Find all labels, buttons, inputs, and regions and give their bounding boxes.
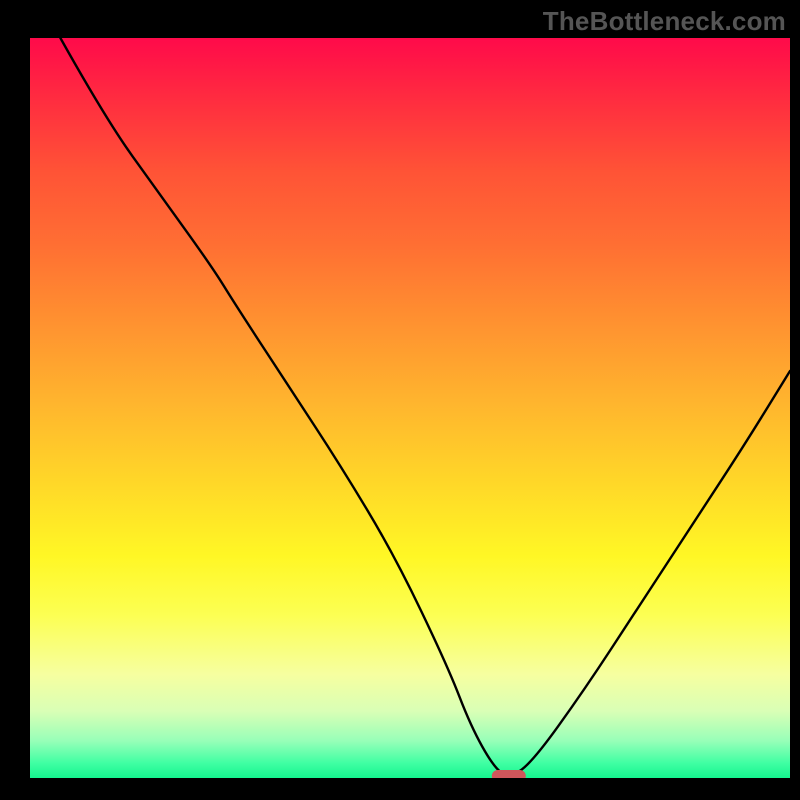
watermark-label: TheBottleneck.com (543, 6, 786, 37)
plot-svg (30, 38, 790, 778)
plot-gradient-background (30, 38, 790, 778)
bottleneck-curve (60, 38, 790, 775)
optimal-point-marker (492, 770, 526, 778)
chart-frame: TheBottleneck.com (0, 0, 800, 800)
